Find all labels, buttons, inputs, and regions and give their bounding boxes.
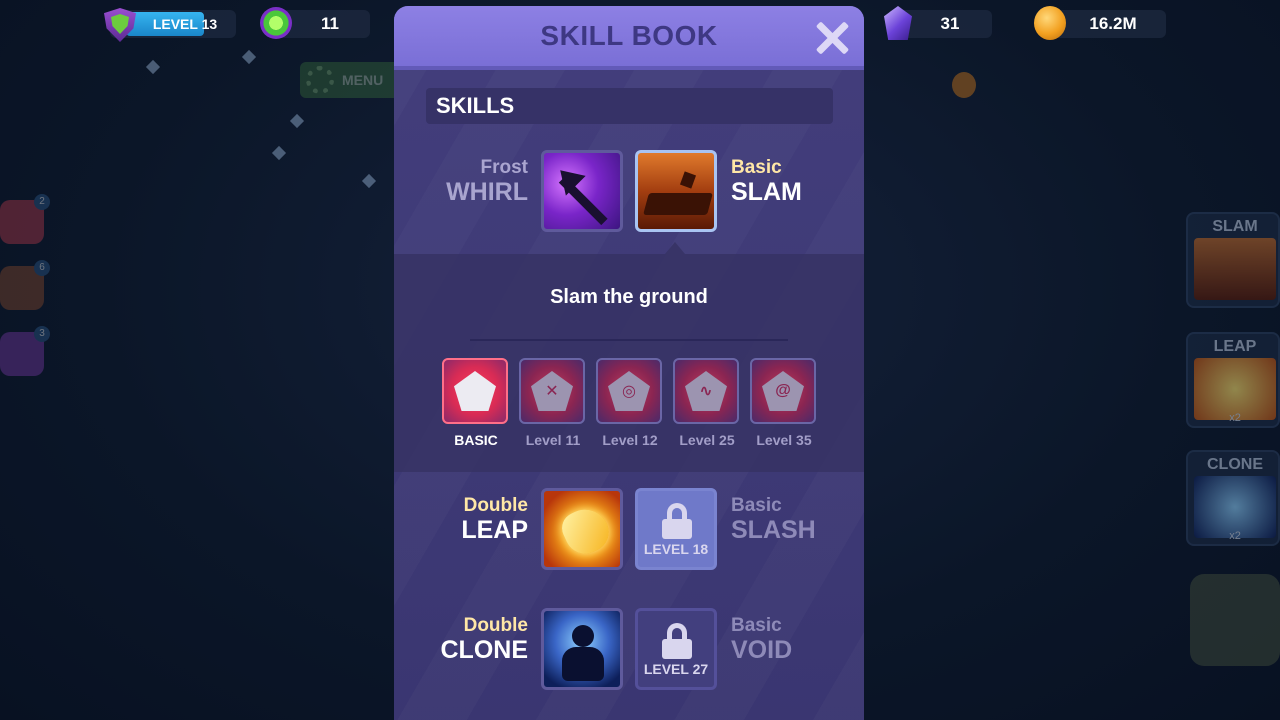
upgrade-level-11[interactable]: ✕ Level 11 <box>519 358 587 448</box>
lock-level-text: LEVEL 27 <box>643 661 709 677</box>
skill-name: SLAM <box>731 177 802 206</box>
coin-count: 16.2M <box>1089 14 1137 33</box>
rock-icon <box>643 193 713 215</box>
gear-icon <box>306 66 334 94</box>
upgrade-label: Level 11 <box>525 432 581 448</box>
background-left-sidebar: 2 6 3 <box>0 194 50 398</box>
upgrade-frame: ◎ <box>596 358 662 424</box>
skill-kind: Basic <box>731 157 782 178</box>
skill-kind: Basic <box>731 495 782 516</box>
upgrade-level-12[interactable]: ◎ Level 12 <box>596 358 664 448</box>
crystal-count: 31 <box>940 14 960 33</box>
background-skill-card-clone: CLONE x2 <box>1186 450 1280 546</box>
background-menu-label: MENU <box>342 72 384 88</box>
section-header-skills: SKILLS <box>426 88 833 124</box>
background-card-label: SLAM <box>1212 218 1258 235</box>
gem-count: 11 <box>321 14 339 33</box>
upgrade-label: BASIC <box>454 432 498 448</box>
upgrade-basic[interactable]: BASIC <box>442 358 510 448</box>
coin-icon <box>1034 6 1066 40</box>
background-ribbon-icon: 2 <box>0 194 50 244</box>
cross-rune-icon: ✕ <box>531 371 573 411</box>
skill-row-leap-slash: Double LEAP LEVEL 18 Basic SLASH <box>394 488 864 578</box>
background-menu-button: MENU <box>300 62 400 98</box>
upgrade-level-35[interactable]: @ Level 35 <box>750 358 818 448</box>
level-text: LEVEL 13 <box>152 16 218 32</box>
skill-name: CLONE <box>440 635 529 664</box>
background-card-badge: x2 <box>1229 412 1241 424</box>
pentagon-icon <box>454 371 496 411</box>
skill-name: VOID <box>731 635 793 664</box>
background-shard <box>361 173 377 189</box>
background-backpack-icon <box>1190 574 1280 666</box>
skill-tile-clone[interactable] <box>541 608 623 690</box>
upgrade-frame: @ <box>750 358 816 424</box>
skill-label-whirl: Frost WHIRL <box>446 157 529 206</box>
background-badge: 3 <box>34 326 50 342</box>
background-shard <box>241 49 257 65</box>
gem-icon <box>260 7 292 39</box>
background-card-label: CLONE <box>1207 456 1263 473</box>
skill-tile-leap[interactable] <box>541 488 623 570</box>
skill-label-slash: Basic SLASH <box>731 495 816 544</box>
skill-name: SLASH <box>731 515 816 544</box>
background-badge: 6 <box>34 260 50 276</box>
skill-row-whirl-slam: Frost WHIRL Basic SLAM <box>394 150 864 240</box>
background-skill-card-leap: LEAP x2 <box>1186 332 1280 428</box>
spiral-rune-icon: @ <box>762 371 804 411</box>
skill-kind: Double <box>463 495 528 516</box>
background-chest-icon: 6 <box>0 260 50 310</box>
background-skill-card-slam: SLAM <box>1186 212 1280 308</box>
close-button[interactable] <box>814 20 850 56</box>
rock-fragment-icon <box>679 171 697 189</box>
lock-icon <box>662 503 692 539</box>
upgrade-label: Level 35 <box>756 432 812 448</box>
upgrade-label: Level 12 <box>602 432 658 448</box>
leap-art <box>1194 358 1276 420</box>
pulse-rune-icon: ∿ <box>685 371 727 411</box>
background-card-badge: x2 <box>1229 530 1241 542</box>
background-coin-icon <box>952 72 976 98</box>
upgrade-frame: ✕ <box>519 358 585 424</box>
skill-kind: Basic <box>731 615 782 636</box>
upgrade-frame <box>442 358 508 424</box>
lock-level-text: LEVEL 18 <box>643 541 709 557</box>
slam-art <box>1194 238 1276 300</box>
skill-row-clone-void: Double CLONE LEVEL 27 Basic VOID <box>394 608 864 698</box>
skill-name: LEAP <box>461 515 528 544</box>
upgrade-level-25[interactable]: ∿ Level 25 <box>673 358 741 448</box>
skill-label-leap: Double LEAP <box>461 495 528 544</box>
background-shard <box>145 59 161 75</box>
swirl-rune-icon: ◎ <box>608 371 650 411</box>
background-shield-icon: 3 <box>0 326 50 376</box>
upgrade-label: Level 25 <box>679 432 735 448</box>
skill-book-modal: SKILL BOOK SKILLS Frost WHIRL Basic SLAM… <box>394 6 864 720</box>
modal-header: SKILL BOOK <box>394 6 864 70</box>
background-card-label: LEAP <box>1213 338 1257 355</box>
skill-tile-void-locked[interactable]: LEVEL 27 <box>635 608 717 690</box>
background-shard <box>271 145 287 161</box>
claw-icon <box>556 501 616 561</box>
skill-tile-slash-locked[interactable]: LEVEL 18 <box>635 488 717 570</box>
skill-kind: Frost <box>480 157 529 178</box>
upgrade-frame: ∿ <box>673 358 739 424</box>
skill-label-void: Basic VOID <box>731 615 793 664</box>
lock-icon <box>662 623 692 659</box>
detail-pointer <box>665 242 685 254</box>
figure-body-icon <box>562 647 604 681</box>
modal-title: SKILL BOOK <box>540 20 718 51</box>
skill-label-clone: Double CLONE <box>440 615 529 664</box>
arrow-head-icon <box>550 160 586 196</box>
skill-tile-whirl[interactable] <box>541 150 623 232</box>
background-shard <box>289 113 305 129</box>
skill-kind: Double <box>463 615 528 636</box>
skill-description: Slam the ground <box>550 286 708 308</box>
background-badge: 2 <box>34 194 50 210</box>
skill-tile-slam[interactable] <box>635 150 717 232</box>
skill-label-slam: Basic SLAM <box>731 157 802 206</box>
divider <box>470 339 788 341</box>
clone-art <box>1194 476 1276 538</box>
figure-head-icon <box>572 625 594 647</box>
skill-name: WHIRL <box>446 177 528 206</box>
